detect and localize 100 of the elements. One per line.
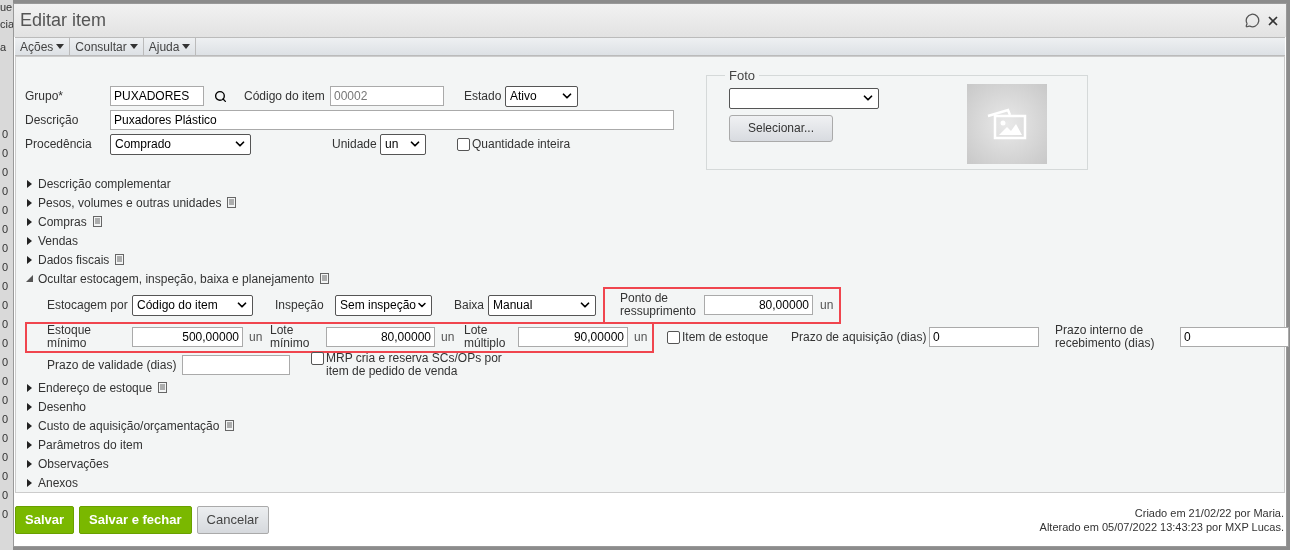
background-text: 0 [1,355,10,370]
select-field[interactable]: Código do item [132,294,253,316]
field-label: Quantidade inteira [472,137,571,151]
section-toggle[interactable]: Ocultar estocagem, inspeção, baixa e planejamento [38,269,330,288]
field-label: MRP cria e reserva SCs/OPs por item de pedido de venda [326,352,503,378]
notes-icon[interactable] [158,382,168,393]
field-label: Baixa [454,298,486,312]
notes-icon[interactable] [92,216,102,227]
section-toggle[interactable]: Observações [38,454,109,473]
input-field[interactable]: 500,00000 [132,327,243,347]
caret-icon[interactable] [26,383,33,392]
unit-label: un [248,329,264,346]
search-icon[interactable] [214,89,227,103]
select-field[interactable]: un [380,133,426,155]
caret-icon [129,44,138,49]
field-label: Prazo de aquisição (dias) [791,330,928,344]
input-field[interactable]: 90,00000 [518,327,628,347]
background-text: 0 [1,393,10,408]
caret-icon[interactable] [26,459,33,468]
checkbox[interactable] [457,137,470,151]
caret-icon[interactable] [26,421,33,430]
select-field[interactable]: Ativo [505,85,578,107]
section-toggle[interactable]: Descrição complementar [38,174,171,193]
background-text: 0 [1,488,10,503]
background-text: a [0,41,8,53]
notes-icon[interactable] [225,420,235,431]
caret-icon [56,44,65,49]
select-field[interactable]: Manual [488,294,596,316]
field-label: Lote múltiplo [464,324,507,350]
section-toggle[interactable]: Pesos, volumes e outras unidades [38,193,237,212]
field-label: Inspeção [275,298,325,312]
notes-icon[interactable] [115,254,125,265]
menu-button[interactable]: Consultar [70,38,144,55]
background-text: 0 [1,507,10,522]
caret-icon[interactable] [26,236,33,245]
footer-button[interactable]: Cancelar [196,505,269,534]
background-text: 0 [1,336,10,351]
caret-icon[interactable] [26,478,33,487]
menu-button[interactable]: Ajuda [143,38,197,55]
input-field[interactable]: 0 [1180,327,1289,347]
background-text: 0 [1,317,10,332]
input-field[interactable]: 80,00000 [326,327,435,347]
caret-icon[interactable] [26,255,33,264]
modified-info: Alterado em 05/07/2022 13:43:23 por MXP Lucas. [1039,519,1284,534]
field-label: Ponto de ressuprimento [620,292,698,318]
select-field[interactable] [729,87,879,109]
window-title: Editar item [20,9,107,32]
field-label: Estocagem por [47,298,129,312]
unit-label: un [633,329,649,346]
panel-legend: Foto [725,66,759,86]
background-text: ue [0,1,13,13]
background-text: 0 [1,374,10,389]
caret-icon [182,44,191,49]
select-field[interactable]: Sem inspeção [335,294,432,316]
background-text: 0 [1,184,10,199]
caret-icon[interactable] [26,402,33,411]
section-toggle[interactable]: Endereço de estoque [38,378,168,397]
caret-icon[interactable] [26,274,33,283]
caret-icon[interactable] [26,217,33,226]
input-field[interactable]: Puxadores Plástico [110,110,674,130]
caret-icon[interactable] [26,440,33,449]
field-label: Estoque mínimo [47,324,93,350]
unit-label: un [440,329,456,346]
select-field[interactable]: Comprado [110,133,251,155]
field-label: Item de estoque [682,330,769,344]
select-photo-button[interactable]: Selecionar... [729,114,833,142]
caret-icon[interactable] [26,198,33,207]
background-text: 0 [1,146,10,161]
background-text: 0 [1,241,10,256]
background-text: 0 [1,127,10,142]
field-label: Prazo interno de recebimento (dias) [1055,324,1156,350]
background-text: 0 [1,431,10,446]
background-text: 0 [1,203,10,218]
section-toggle[interactable]: Desenho [38,397,87,416]
checkbox[interactable] [667,330,680,344]
section-toggle[interactable]: Compras [38,212,102,231]
notes-icon[interactable] [227,197,237,208]
unit-label: un [819,297,834,314]
section-toggle[interactable]: Parâmetros do item [38,435,143,454]
background-text: 0 [1,450,10,465]
field-label: Lote mínimo [270,324,311,350]
section-toggle[interactable]: Vendas [38,231,79,250]
caret-icon[interactable] [26,179,33,188]
input-field[interactable]: PUXADORES [110,86,204,106]
speech-bubble-icon[interactable] [1245,13,1260,28]
field-label: Procedência [25,137,93,151]
created-info: Criado em 21/02/22 por Maria. [1134,505,1284,520]
input-field[interactable] [182,355,290,375]
section-toggle[interactable]: Anexos [38,473,79,492]
background-text: 0 [1,298,10,313]
checkbox[interactable] [311,352,324,365]
input-field[interactable]: 0 [929,327,1039,347]
input-field[interactable]: 80,00000 [704,295,813,315]
menu-button[interactable]: Ações [15,38,71,55]
field-label: Estado [464,89,503,103]
section-toggle[interactable]: Dados fiscais [38,250,125,269]
background-text: 0 [1,165,10,180]
field-label: Unidade [332,137,378,151]
section-toggle[interactable]: Custo de aquisição/orçamentação [38,416,235,435]
notes-icon[interactable] [320,273,330,284]
